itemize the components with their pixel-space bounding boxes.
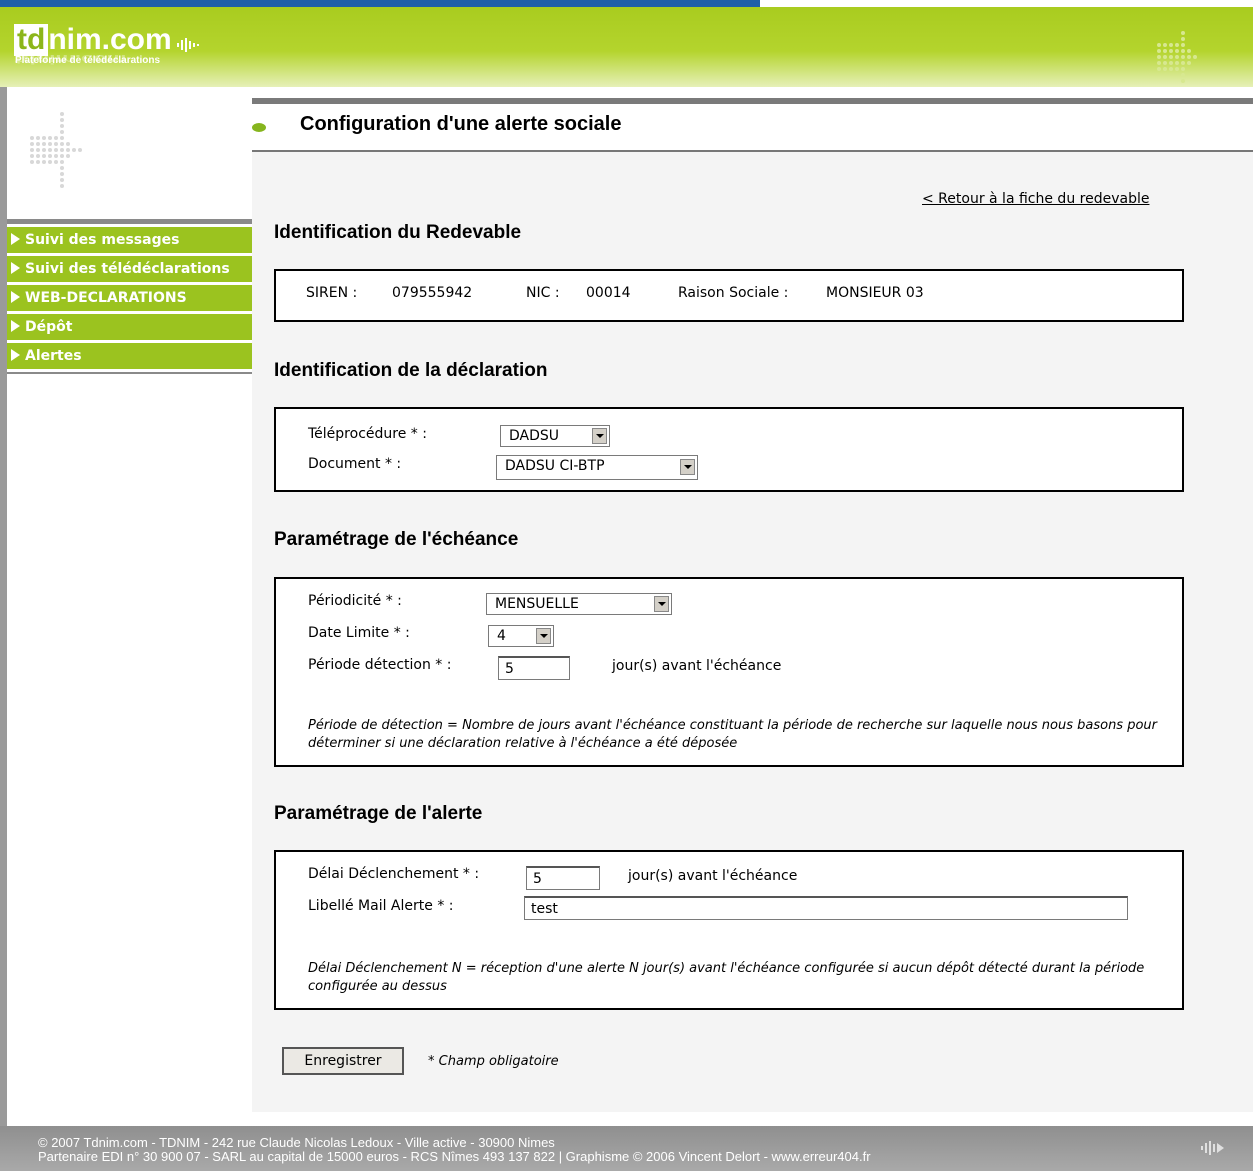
periode-detection-label: Période détection * : — [308, 657, 452, 673]
periodicite-select[interactable]: MENSUELLE — [486, 593, 672, 615]
site-header: td nim.com Plateforme de télédéclarations… — [0, 7, 1253, 87]
teleprocedure-select[interactable]: DADSU — [500, 425, 610, 447]
back-to-redevable-link[interactable]: < Retour à la fiche du redevable — [922, 191, 1149, 207]
redevable-box: SIREN : 079555942 NIC : 00014 Raison Soc… — [274, 269, 1184, 322]
sidebar-item-label: Suivi des télédéclarations — [25, 261, 230, 277]
logo-reflection: tdnim.com — [15, 52, 127, 67]
chevron-down-icon[interactable] — [536, 628, 551, 644]
sidebar-item-label: WEB-DECLARATIONS — [25, 290, 187, 306]
document-select[interactable]: DADSU CI-BTP — [496, 455, 698, 480]
document-label: Document * : — [308, 456, 402, 472]
nic-label: NIC : — [526, 285, 560, 301]
teleprocedure-label: Téléprocédure * : — [308, 426, 427, 442]
delai-declenchement-label: Délai Déclenchement * : — [308, 866, 480, 882]
arrow-right-icon — [11, 349, 20, 361]
section-heading-redevable: Identification du Redevable — [274, 222, 522, 243]
sidebar-item-label: Alertes — [25, 348, 82, 364]
chevron-down-icon[interactable] — [592, 428, 607, 444]
periode-detection-note: Période de détection = Nombre de jours a… — [308, 718, 1157, 751]
siren-label: SIREN : — [306, 285, 358, 301]
bullet-icon — [252, 123, 266, 132]
page-title: Configuration d'une alerte sociale — [300, 113, 622, 135]
nav-divider — [7, 372, 253, 374]
sidebar-nav: Suivi des messages Suivi des télédéclara… — [7, 219, 253, 374]
title-bar: Configuration d'une alerte sociale — [252, 104, 1253, 152]
chevron-down-icon[interactable] — [654, 596, 669, 612]
periode-detection-input[interactable]: 5 — [498, 656, 570, 680]
date-limite-select[interactable]: 4 — [488, 625, 554, 647]
save-button[interactable]: Enregistrer — [282, 1047, 404, 1075]
teleprocedure-selected: DADSU — [509, 428, 560, 444]
sidebar-item-web-declarations[interactable]: WEB-DECLARATIONS — [7, 285, 253, 311]
logo-waveform-icon — [176, 37, 199, 52]
sidebar-item-label: Dépôt — [25, 319, 73, 335]
main-content: Configuration d'une alerte sociale < Ret… — [252, 98, 1253, 1112]
echeance-box: Périodicité * : MENSUELLE Date Limite * … — [274, 577, 1184, 767]
arrow-dots-icon — [1157, 31, 1197, 83]
arrow-right-icon — [11, 262, 20, 274]
footer-line-2: Partenaire EDI n° 30 900 07 - SARL au ca… — [38, 1149, 871, 1164]
section-heading-echeance: Paramétrage de l'échéance — [274, 529, 519, 550]
document-selected: DADSU CI-BTP — [505, 458, 605, 474]
siren-value: 079555942 — [392, 285, 473, 301]
periodicite-selected: MENSUELLE — [495, 596, 579, 612]
delai-declenchement-input[interactable]: 5 — [526, 866, 600, 890]
arrow-dots-decoration-icon — [30, 112, 82, 188]
periodicite-label: Périodicité * : — [308, 593, 402, 609]
waveform-arrow-icon — [1201, 1141, 1224, 1155]
sidebar-item-suivi-teledeclarations[interactable]: Suivi des télédéclarations — [7, 256, 253, 282]
section-heading-declaration: Identification de la déclaration — [274, 360, 548, 381]
nic-value: 00014 — [586, 285, 631, 301]
browser-link-strip — [0, 0, 760, 7]
sidebar-item-suivi-messages[interactable]: Suivi des messages — [7, 227, 253, 253]
section-heading-alerte: Paramétrage de l'alerte — [274, 803, 483, 824]
footer-text: © 2007 Tdnim.com - TDNIM - 242 rue Claud… — [38, 1136, 871, 1164]
arrow-right-icon — [11, 233, 20, 245]
site-footer: © 2007 Tdnim.com - TDNIM - 242 rue Claud… — [0, 1126, 1253, 1171]
delai-declenchement-suffix: jour(s) avant l'échéance — [628, 868, 798, 884]
chevron-down-icon[interactable] — [680, 459, 695, 475]
raison-sociale-label: Raison Sociale : — [678, 285, 789, 301]
sidebar-item-depot[interactable]: Dépôt — [7, 314, 253, 340]
required-field-note: * Champ obligatoire — [428, 1054, 559, 1069]
libelle-mail-input[interactable]: test — [524, 896, 1128, 920]
footer-line-1: © 2007 Tdnim.com - TDNIM - 242 rue Claud… — [38, 1135, 555, 1150]
arrow-right-icon — [11, 320, 20, 332]
date-limite-label: Date Limite * : — [308, 625, 410, 641]
sidebar-item-alertes[interactable]: Alertes — [7, 343, 253, 369]
date-limite-selected: 4 — [497, 628, 506, 644]
raison-sociale-value: MONSIEUR 03 — [826, 285, 924, 301]
sidebar-item-label: Suivi des messages — [25, 232, 180, 248]
periode-detection-suffix: jour(s) avant l'échéance — [612, 658, 782, 674]
alerte-box: Délai Déclenchement * : 5 jour(s) avant … — [274, 850, 1184, 1010]
delai-declenchement-note: Délai Déclenchement N = réception d'une … — [308, 961, 1145, 994]
declaration-box: Téléprocédure * : DADSU Document * : DAD… — [274, 407, 1184, 492]
libelle-mail-label: Libellé Mail Alerte * : — [308, 898, 454, 914]
arrow-right-icon — [11, 291, 20, 303]
